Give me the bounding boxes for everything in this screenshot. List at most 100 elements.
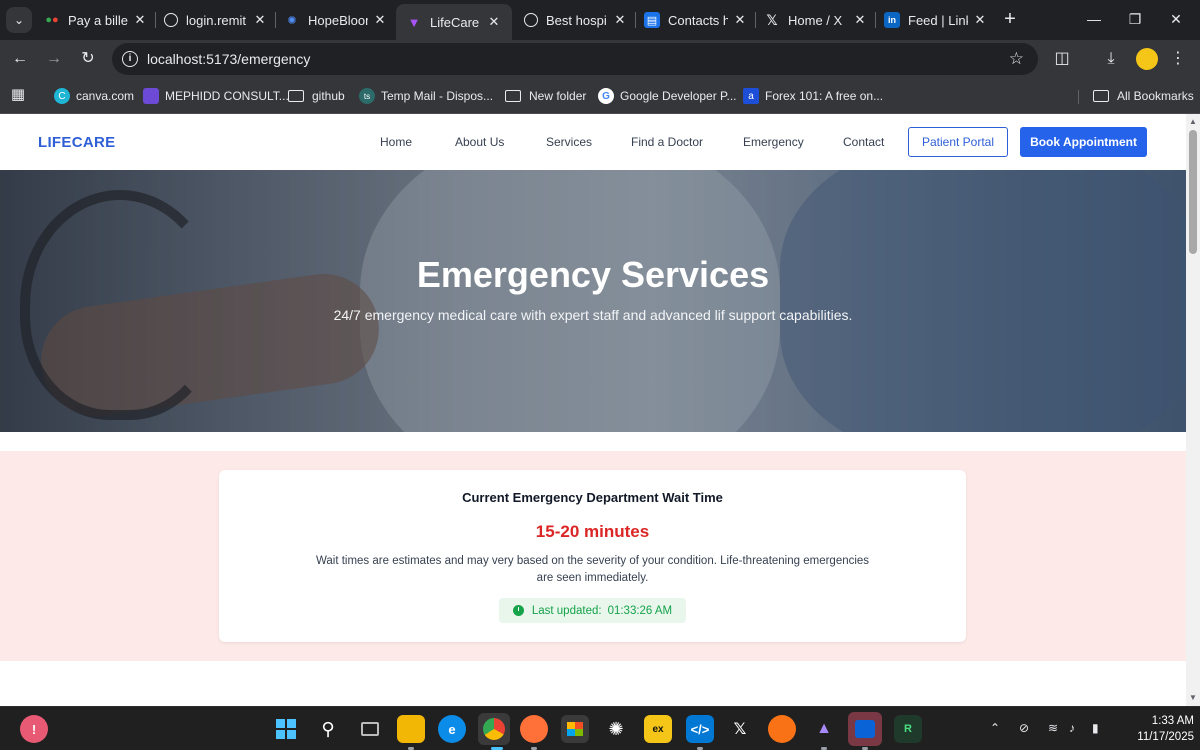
bookmark-star-icon[interactable]: ☆: [1009, 49, 1024, 69]
contacts-favicon-icon: ▤: [644, 12, 660, 28]
tab-label: Contacts h: [668, 12, 728, 28]
vscode-icon[interactable]: </>: [686, 715, 714, 743]
site-info-icon[interactable]: i: [122, 51, 138, 67]
book-appointment-button[interactable]: Book Appointment: [1020, 127, 1147, 157]
reload-icon[interactable]: ↻: [77, 48, 99, 70]
location-off-icon[interactable]: ⊘: [1019, 721, 1029, 735]
tab-best-hospital[interactable]: Best hospi ✕: [524, 6, 628, 34]
exness-app-icon[interactable]: ex: [644, 715, 672, 743]
tab-login-remit[interactable]: login.remit ✕: [164, 6, 268, 34]
tab-pay-a-biller[interactable]: ● ● Pay a biller ✕: [44, 6, 148, 34]
address-bar[interactable]: i localhost:5173/emergency ☆: [112, 43, 1038, 75]
tab-label: Pay a biller: [68, 12, 128, 28]
wifi-icon[interactable]: ≋: [1048, 721, 1058, 735]
close-icon[interactable]: ✕: [132, 12, 148, 28]
system-clock[interactable]: 1:33 AM 11/17/2025: [1114, 713, 1194, 745]
search-icon[interactable]: ⚲: [314, 715, 342, 743]
nav-emergency[interactable]: Emergency: [743, 135, 804, 149]
tab-label: Best hospi: [546, 12, 607, 28]
minimize-icon[interactable]: —: [1082, 8, 1106, 30]
patient-portal-button[interactable]: Patient Portal: [908, 127, 1008, 157]
bookmark-temp-mail[interactable]: ts Temp Mail - Dispos...: [359, 87, 493, 105]
wait-time-heading: Current Emergency Department Wait Time: [462, 490, 723, 505]
bookmark-google-developer[interactable]: G Google Developer P...: [598, 87, 737, 105]
chatgpt-app-icon[interactable]: ✺: [602, 715, 630, 743]
chatgpt-favicon-icon: [524, 13, 538, 27]
url-text[interactable]: localhost:5173/emergency: [147, 51, 310, 67]
chrome-menu-icon[interactable]: ⋮: [1167, 48, 1189, 70]
tab-search-chevron-icon[interactable]: ⌄: [6, 7, 32, 33]
window-close-icon[interactable]: ✕: [1164, 8, 1188, 30]
tab-home-x[interactable]: 𝕏 Home / X ✕: [764, 6, 868, 34]
restore-icon[interactable]: ❐: [1123, 8, 1147, 30]
folder-icon: [505, 90, 521, 102]
profile-avatar[interactable]: [1136, 48, 1158, 70]
weather-widget-icon[interactable]: !: [20, 715, 48, 743]
bookmark-canva[interactable]: C canva.com: [54, 87, 134, 105]
chrome-taskbar-icon[interactable]: [478, 713, 510, 745]
new-tab-plus-icon[interactable]: +: [1000, 9, 1020, 29]
bookmark-forex[interactable]: a Forex 101: A free on...: [743, 87, 883, 105]
tab-lifecare[interactable]: ▼ LifeCare ✕: [396, 4, 512, 40]
last-updated-badge: Last updated: 01:33:26 AM: [499, 598, 686, 623]
edge-icon[interactable]: e: [438, 715, 466, 743]
volume-icon[interactable]: ♪: [1069, 721, 1075, 735]
tab-hopebloom[interactable]: ✺ HopeBloom ✕: [284, 6, 388, 34]
download-icon[interactable]: ⤓: [1100, 48, 1122, 70]
file-explorer-icon[interactable]: [397, 715, 425, 743]
nav-about-us[interactable]: About Us: [455, 135, 504, 149]
windows-start-icon[interactable]: [272, 715, 300, 743]
nav-home[interactable]: Home: [380, 135, 412, 149]
site-logo[interactable]: LIFECARE: [38, 134, 115, 151]
bookmark-label: All Bookmarks: [1117, 89, 1194, 103]
close-icon[interactable]: ✕: [372, 12, 388, 28]
bookmark-new-folder[interactable]: New folder: [505, 87, 586, 105]
clock-icon: [512, 605, 524, 616]
back-arrow-icon[interactable]: ←: [9, 48, 31, 70]
vite-favicon-icon: ▼: [407, 14, 421, 30]
scrollbar-thumb[interactable]: [1189, 130, 1197, 254]
hero-subtitle: 24/7 emergency medical care with expert …: [333, 307, 853, 323]
wait-time-value: 15-20 minutes: [535, 522, 650, 541]
extensions-puzzle-icon[interactable]: ◫: [1051, 48, 1073, 70]
x-app-icon[interactable]: 𝕏: [726, 715, 754, 743]
bookmark-label: github: [312, 89, 345, 103]
close-icon[interactable]: ✕: [612, 12, 628, 28]
microsoft-store-icon[interactable]: [561, 715, 589, 743]
tray-chevron-icon[interactable]: ⌃: [990, 721, 1000, 735]
close-icon[interactable]: ✕: [852, 12, 868, 28]
brave-icon[interactable]: [768, 715, 796, 743]
bookmark-label: New folder: [529, 89, 587, 103]
bookmark-mephidd[interactable]: MEPHIDD CONSULT...: [143, 87, 289, 105]
tab-linkedin-feed[interactable]: in Feed | Link ✕: [884, 6, 988, 34]
close-icon[interactable]: ✕: [486, 14, 502, 30]
browser-tab-strip: ⌄ ● ● Pay a biller ✕ login.remit ✕ ✺ Hope…: [0, 0, 1200, 40]
close-icon[interactable]: ✕: [252, 12, 268, 28]
nav-contact[interactable]: Contact: [843, 135, 884, 149]
tab-contacts[interactable]: ▤ Contacts h ✕: [644, 6, 748, 34]
bookmark-label: MEPHIDD CONSULT...: [165, 89, 289, 103]
close-icon[interactable]: ✕: [732, 12, 748, 28]
firefox-icon[interactable]: [520, 715, 548, 743]
forward-arrow-icon[interactable]: →: [43, 48, 65, 70]
r-app-icon[interactable]: R: [894, 715, 922, 743]
folder-icon: [1093, 90, 1109, 102]
nav-services[interactable]: Services: [546, 135, 592, 149]
browser-toolbar: ← → ↻ i localhost:5173/emergency ☆ ◫ ⤓ ⋮: [0, 40, 1200, 78]
page-scrollbar[interactable]: ▲ ▼: [1186, 114, 1200, 706]
scroll-down-icon[interactable]: ▼: [1189, 694, 1197, 702]
google-icon: G: [598, 88, 614, 104]
apps-grid-icon[interactable]: ▦: [7, 84, 29, 106]
scroll-up-icon[interactable]: ▲: [1189, 118, 1197, 126]
task-view-icon[interactable]: [356, 715, 384, 743]
nav-find-a-doctor[interactable]: Find a Doctor: [631, 135, 703, 149]
clock-date: 11/17/2025: [1137, 731, 1194, 743]
bookmarks-bar: ▦ C canva.com MEPHIDD CONSULT... github …: [0, 78, 1200, 114]
wait-time-card: Current Emergency Department Wait Time 1…: [219, 470, 966, 642]
all-bookmarks[interactable]: All Bookmarks: [1093, 87, 1194, 105]
close-icon[interactable]: ✕: [972, 12, 988, 28]
outlook-icon[interactable]: [848, 712, 882, 746]
battery-icon[interactable]: ▮: [1092, 721, 1099, 735]
bookmark-github[interactable]: github: [288, 87, 345, 105]
mountain-app-icon[interactable]: ▲: [810, 715, 838, 743]
